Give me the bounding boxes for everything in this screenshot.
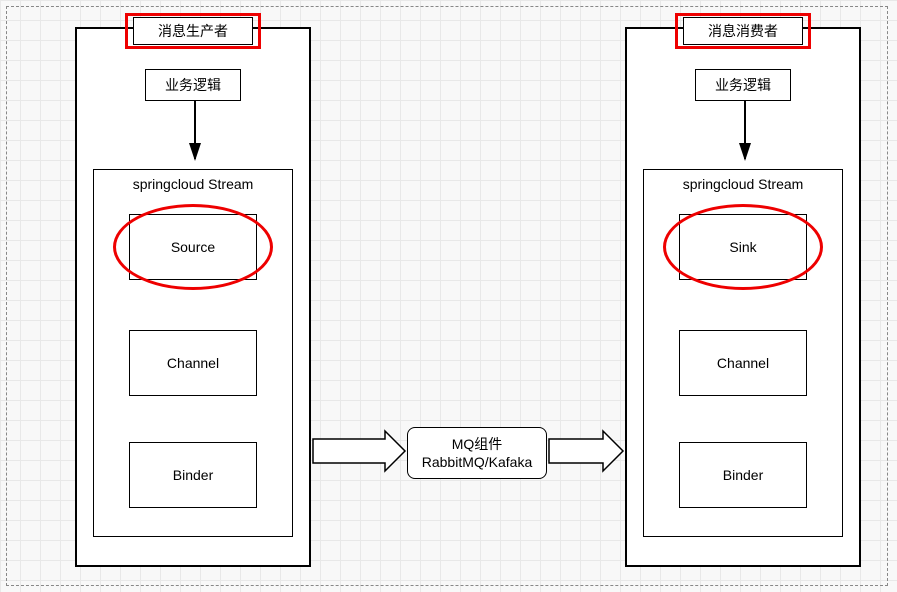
producer-title-box: 消息生产者 bbox=[133, 17, 253, 45]
producer-channel: Channel bbox=[167, 355, 219, 371]
producer-stream-container: springcloud Stream Source Channel Binder bbox=[93, 169, 293, 537]
diagram-canvas: 消息生产者 业务逻辑 springcloud Stream Source bbox=[6, 6, 888, 586]
consumer-stream-title: springcloud Stream bbox=[644, 174, 842, 194]
consumer-sink: Sink bbox=[729, 239, 756, 255]
consumer-stream-container: springcloud Stream Sink Channel Binder bbox=[643, 169, 843, 537]
producer-title: 消息生产者 bbox=[158, 21, 228, 41]
consumer-binder: Binder bbox=[723, 467, 763, 483]
mq-line1: MQ组件 bbox=[452, 435, 503, 453]
producer-source-box: Source bbox=[129, 214, 257, 280]
consumer-sink-box: Sink bbox=[679, 214, 807, 280]
producer-binder: Binder bbox=[173, 467, 213, 483]
consumer-title: 消息消费者 bbox=[708, 21, 778, 41]
consumer-logic: 业务逻辑 bbox=[715, 75, 771, 95]
consumer-channel-box: Channel bbox=[679, 330, 807, 396]
producer-stream-title: springcloud Stream bbox=[94, 174, 292, 194]
mq-box: MQ组件 RabbitMQ/Kafaka bbox=[407, 427, 547, 479]
mq-line2: RabbitMQ/Kafaka bbox=[422, 453, 533, 471]
consumer-binder-box: Binder bbox=[679, 442, 807, 508]
producer-container: 消息生产者 业务逻辑 springcloud Stream Source bbox=[75, 27, 311, 567]
arrow-mq-to-consumer bbox=[549, 431, 623, 471]
producer-channel-box: Channel bbox=[129, 330, 257, 396]
consumer-container: 消息消费者 业务逻辑 springcloud Stream Sink bbox=[625, 27, 861, 567]
consumer-logic-box: 业务逻辑 bbox=[695, 69, 791, 101]
producer-logic-box: 业务逻辑 bbox=[145, 69, 241, 101]
producer-binder-box: Binder bbox=[129, 442, 257, 508]
producer-source: Source bbox=[171, 239, 215, 255]
arrow-producer-to-mq bbox=[313, 431, 405, 471]
consumer-title-box: 消息消费者 bbox=[683, 17, 803, 45]
consumer-channel: Channel bbox=[717, 355, 769, 371]
producer-logic: 业务逻辑 bbox=[165, 75, 221, 95]
